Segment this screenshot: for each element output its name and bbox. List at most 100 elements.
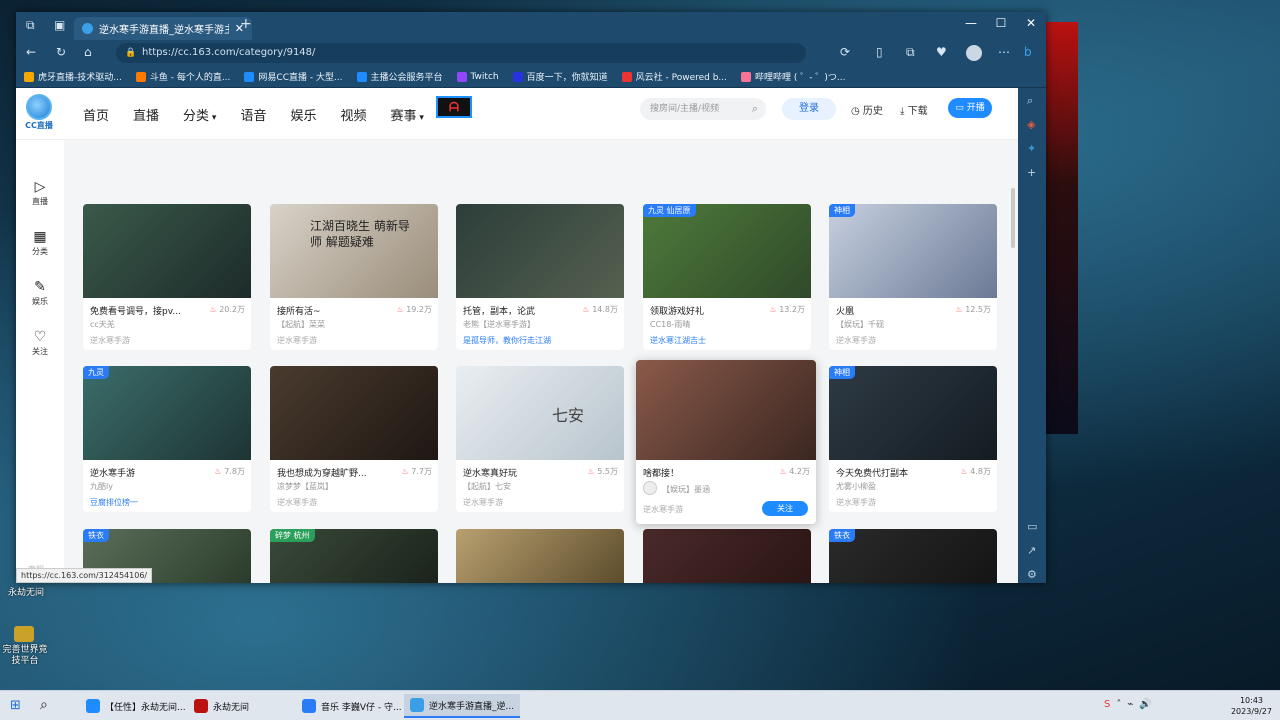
taskbar-app[interactable]: 永劫无间 — [188, 694, 255, 718]
refresh-icon[interactable]: ↻ — [56, 45, 66, 59]
download-button[interactable]: ⤓ 下载 — [900, 102, 928, 117]
category-label[interactable]: 逆水寒手游 — [643, 504, 683, 515]
nav-item[interactable]: 赛事 — [390, 105, 423, 124]
category-label[interactable]: 逆水寒手游 — [836, 497, 876, 508]
stream-thumbnail[interactable] — [270, 366, 438, 460]
stream-card[interactable]: 免费看号调号，接pv... 20.2万 cc天羌逆水寒手游 — [83, 204, 251, 350]
bookmark-item[interactable]: 主播公会服务平台 — [356, 70, 443, 83]
extensions-icon[interactable]: ⟳ — [840, 45, 850, 59]
desktop-icon-label[interactable]: 永劫无间 — [4, 588, 48, 599]
category-label[interactable]: 逆水寒手游 — [90, 335, 130, 346]
nav-item[interactable]: 语音 — [240, 105, 266, 124]
background-window[interactable] — [1046, 22, 1078, 434]
category-label[interactable]: 逆水寒手游 — [277, 335, 317, 346]
browser-tab[interactable]: 逆水寒手游直播_逆水寒手游主播 ✕ — [74, 17, 252, 40]
stream-thumbnail[interactable] — [636, 360, 816, 460]
workspaces-icon[interactable]: ⧉ — [26, 18, 35, 33]
bookmark-item[interactable]: 斗鱼 - 每个人的直... — [135, 70, 230, 83]
streamer-avatar[interactable] — [643, 481, 657, 495]
category-label[interactable]: 豆腐排位榜一 — [90, 497, 138, 508]
stream-thumbnail[interactable]: 七安 — [456, 366, 624, 460]
collections-icon[interactable]: ⧉ — [906, 45, 915, 60]
bing-icon[interactable]: b — [1024, 45, 1032, 59]
streamer-name[interactable]: 【起航】七安 — [463, 481, 511, 492]
games-icon[interactable]: ✦ — [1027, 142, 1036, 155]
category-label[interactable]: 逆水寒手游 — [463, 497, 503, 508]
stream-title[interactable]: 逆水寒手游 — [90, 466, 135, 479]
stream-title[interactable]: 免费看号调号，接pv... — [90, 304, 181, 317]
tray-chevron-icon[interactable]: ˄ — [1116, 699, 1121, 710]
tab-actions-icon[interactable]: ▣ — [54, 18, 65, 32]
taskbar-app[interactable]: 【任性】永劫无间... — [80, 694, 192, 718]
streamer-name[interactable]: 老熊【逆水寒手游】 — [463, 319, 535, 330]
search-sidebar-icon[interactable]: ⌕ — [1027, 94, 1033, 108]
open-live-button[interactable]: ▭ 开播 — [948, 98, 992, 118]
stream-thumbnail[interactable]: 九灵 仙居原 — [643, 204, 811, 298]
stream-card[interactable]: 九灵逆水寒手游 7.8万九酷ly 豆腐排位榜一 — [83, 366, 251, 512]
settings-icon[interactable]: ⚙ — [1027, 568, 1037, 581]
stream-card[interactable]: 九灵 仙居原领取游戏好礼 13.2万 CC18-雨晴逆水寒江湖吉士 — [643, 204, 811, 350]
stream-thumbnail[interactable]: 神相 — [829, 204, 997, 298]
category-label[interactable]: 是孤导师，教你行走江湖 — [463, 335, 551, 346]
maximize-icon[interactable]: ☐ — [986, 16, 1016, 30]
stream-thumbnail[interactable] — [456, 204, 624, 298]
stream-card[interactable] — [643, 529, 811, 583]
rail-item-category[interactable]: ▦ 分类 — [16, 228, 64, 257]
search-input[interactable]: 搜房间/主播/视频 ⌕ — [640, 98, 766, 120]
bookmark-item[interactable]: 百度一下，你就知道 — [512, 70, 608, 83]
stream-thumbnail[interactable] — [643, 529, 811, 583]
tools-icon[interactable]: ◈ — [1027, 118, 1035, 131]
stream-title[interactable]: 啥都接！ — [643, 466, 679, 479]
game-platform-icon[interactable] — [14, 626, 34, 642]
taskbar-app[interactable]: 逆水寒手游直播_逆... — [404, 694, 521, 718]
more-menu-icon[interactable]: ⋯ — [998, 45, 1010, 59]
url-field[interactable]: 🔒 https://cc.163.com/category/9148/ — [116, 43, 806, 63]
rail-item-live[interactable]: ▷ 直播 — [16, 178, 64, 207]
tray-network-icon[interactable]: ⌁ — [1127, 699, 1133, 710]
streamer-name[interactable]: 凉梦梦【蓝岚】 — [277, 481, 333, 492]
stream-card[interactable]: 我也想成为穿越旷野... 7.7万凉梦梦【蓝岚】逆水寒手游 — [270, 366, 438, 512]
streamer-name[interactable]: 【起航】菜菜 — [277, 319, 325, 330]
split-screen-icon[interactable]: ▯ — [876, 45, 883, 59]
screen-icon[interactable]: ▭ — [1027, 520, 1037, 533]
follow-button[interactable]: 关注 — [762, 501, 808, 516]
stream-title[interactable]: 逆水寒真好玩 — [463, 466, 517, 479]
stream-title[interactable]: 接所有活~ — [277, 304, 321, 317]
profile-avatar[interactable] — [966, 45, 982, 61]
stream-title[interactable]: 火凰 — [836, 304, 854, 317]
external-link-icon[interactable]: ↗ — [1027, 544, 1036, 557]
new-tab-icon[interactable]: + — [240, 16, 252, 32]
lock-icon[interactable]: 🔒 — [125, 43, 136, 63]
streamer-name[interactable]: cc天羌 — [90, 319, 115, 330]
performance-icon[interactable]: ♥ — [936, 45, 947, 59]
nav-item[interactable]: 分类 — [183, 105, 216, 124]
history-button[interactable]: ◷ 历史 — [851, 102, 883, 117]
category-label[interactable]: 逆水寒手游 — [277, 497, 317, 508]
nav-item[interactable]: 娱乐 — [290, 105, 316, 124]
nav-item[interactable]: 直播 — [133, 105, 159, 124]
stream-thumbnail[interactable]: 碎梦 杭州 — [270, 529, 438, 583]
stream-title[interactable]: 托管，副本，论武 — [463, 304, 535, 317]
stream-card[interactable]: 铁衣 — [829, 529, 997, 583]
tray-app-icon[interactable]: S — [1104, 699, 1110, 710]
streamer-name[interactable]: CC18-雨晴 — [650, 319, 690, 330]
bookmark-item[interactable]: 网易CC直播 - 大型... — [244, 70, 343, 83]
stream-card[interactable]: 托管，副本，论武 14.8万老熊【逆水寒手游】是孤导师，教你行走江湖 — [456, 204, 624, 350]
rail-item-entertainment[interactable]: ✎ 娱乐 — [16, 278, 64, 307]
login-button[interactable]: 登录 — [782, 98, 836, 120]
stream-card[interactable]: 江湖百晓生 萌新导师 解题疑难接所有活~ 19.2万【起航】菜菜逆水寒手游 — [270, 204, 438, 350]
nav-item[interactable]: 首页 — [83, 105, 109, 124]
stream-thumbnail[interactable]: 江湖百晓生 萌新导师 解题疑难 — [270, 204, 438, 298]
taskbar-app[interactable]: 音乐 李巍V仔 - 守... — [296, 694, 408, 718]
stream-title[interactable]: 我也想成为穿越旷野... — [277, 466, 367, 479]
streamer-name[interactable]: 九酷ly — [90, 481, 113, 492]
stream-thumbnail[interactable] — [456, 529, 624, 583]
esports-badge-icon[interactable]: ᗩ — [436, 96, 472, 118]
stream-thumbnail[interactable] — [83, 204, 251, 298]
bookmark-item[interactable]: 风云社 - Powered b... — [621, 70, 727, 83]
stream-title[interactable]: 领取游戏好礼 — [650, 304, 704, 317]
home-icon[interactable]: ⌂ — [84, 45, 92, 59]
rail-item-follow[interactable]: ♡ 关注 — [16, 328, 64, 357]
category-label[interactable]: 逆水寒手游 — [836, 335, 876, 346]
tray-volume-icon[interactable]: 🔊 — [1139, 699, 1151, 710]
